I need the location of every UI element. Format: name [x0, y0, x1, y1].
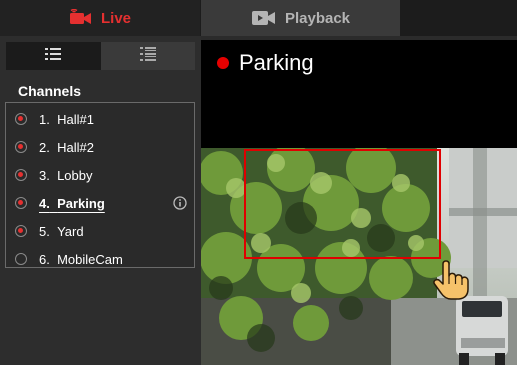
channel-label: 5. Yard [39, 223, 84, 239]
list-view-icon [45, 47, 62, 66]
channel-status-radio[interactable] [15, 141, 27, 153]
channel-label: 4. Parking [39, 195, 105, 211]
video-camera-icon [251, 9, 277, 27]
hand-pointer-icon [433, 260, 469, 300]
channel-list: 1. Hall#1 2. Hall#2 3. Lobby 4. Parking [5, 102, 195, 268]
channel-status-radio[interactable] [15, 253, 27, 265]
list-view-button[interactable] [6, 42, 101, 70]
channel-label: 6. MobileCam [39, 251, 123, 267]
motion-selection-box[interactable] [244, 149, 441, 259]
channel-status-radio[interactable] [15, 169, 27, 181]
channel-status-radio[interactable] [15, 197, 27, 209]
camera-title: Parking [217, 50, 314, 76]
channel-label: 2. Hall#2 [39, 139, 94, 155]
channel-sidebar: Channels 1. Hall#1 2. Hall#2 3. Lobby 4.… [0, 36, 201, 365]
detail-list-button[interactable] [100, 42, 195, 70]
camera-title-label: Parking [239, 50, 314, 75]
channel-item-mobilecam[interactable]: 6. MobileCam [6, 245, 194, 273]
channel-item-parking[interactable]: 4. Parking [6, 189, 194, 217]
channel-item-hall1[interactable]: 1. Hall#1 [6, 105, 194, 133]
live-camera-icon [69, 9, 93, 27]
tab-playback[interactable]: Playback [201, 0, 400, 36]
tab-live[interactable]: Live [0, 0, 200, 36]
channel-status-radio[interactable] [15, 113, 27, 125]
info-icon[interactable] [173, 196, 187, 210]
tab-live-label: Live [100, 9, 131, 27]
channel-label: 1. Hall#1 [39, 111, 94, 127]
detail-list-icon [139, 46, 156, 66]
channel-label: 3. Lobby [39, 167, 93, 183]
tab-playback-label: Playback [284, 9, 351, 27]
channels-header: Channels [18, 83, 82, 99]
channel-item-lobby[interactable]: 3. Lobby [6, 161, 194, 189]
channel-status-radio[interactable] [15, 225, 27, 237]
recording-indicator-icon [217, 57, 229, 69]
channel-item-yard[interactable]: 5. Yard [6, 217, 194, 245]
channel-item-hall2[interactable]: 2. Hall#2 [6, 133, 194, 161]
top-tab-bar: Live Playback [0, 0, 517, 36]
camera-feed-image[interactable] [201, 148, 517, 365]
view-toggle [6, 42, 195, 70]
video-viewport[interactable]: Parking [201, 40, 517, 365]
